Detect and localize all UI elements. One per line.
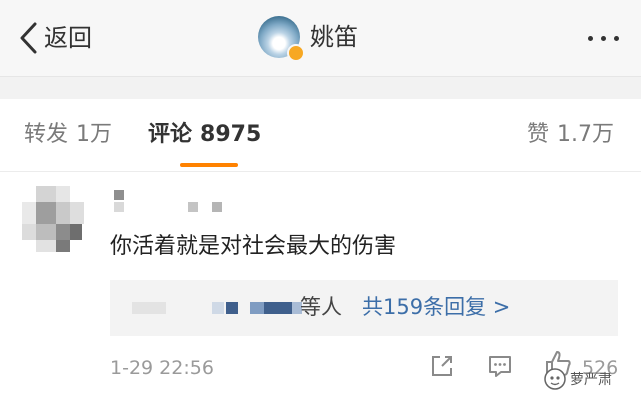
comment-text: 你活着就是对社会最大的伤害 [110,234,397,259]
tab-like-count: 1.7万 [557,122,614,147]
commenter-name-redacted[interactable] [110,188,230,218]
top-nav-bar: 返回 姚笛 [0,0,641,77]
tab-repost-label: 转发 [24,122,69,147]
tab-comment[interactable]: 评论 8975 [148,119,261,151]
watermark: 萝严肃 [544,365,628,393]
comment-timestamp: 1-29 22:56 [110,357,214,379]
verified-badge-icon [287,44,305,62]
chevron-left-icon [20,22,37,54]
commenter-avatar[interactable] [22,186,92,256]
section-divider [0,77,641,99]
more-dots-icon[interactable] [588,36,619,41]
tab-like-label: 赞 [526,122,549,147]
post-author[interactable]: 姚笛 [258,16,358,58]
view-replies-link[interactable]: 共159条回复 > [362,291,510,323]
post-tabs: 转发 1万 评论 8975 赞 1.7万 [0,99,641,172]
active-tab-indicator [180,163,238,167]
tab-repost-count: 1万 [76,122,113,147]
share-icon[interactable] [428,352,456,380]
tab-like[interactable]: 赞 1.7万 [527,119,614,151]
reply-others-label: 等人 [300,295,342,319]
tab-comment-label: 评论 [148,122,193,147]
reply-names-redacted [126,296,306,320]
replies-preview[interactable]: 等人 共159条回复 > [110,280,618,336]
tab-comment-count: 8975 [200,122,262,147]
watermark-logo-icon [544,368,566,390]
comment-icon[interactable] [486,352,514,380]
author-name[interactable]: 姚笛 [310,16,358,58]
tab-repost[interactable]: 转发 1万 [24,119,112,151]
back-button[interactable]: 返回 [18,20,92,56]
watermark-text: 萝严肃 [570,372,612,388]
back-label: 返回 [44,24,92,52]
